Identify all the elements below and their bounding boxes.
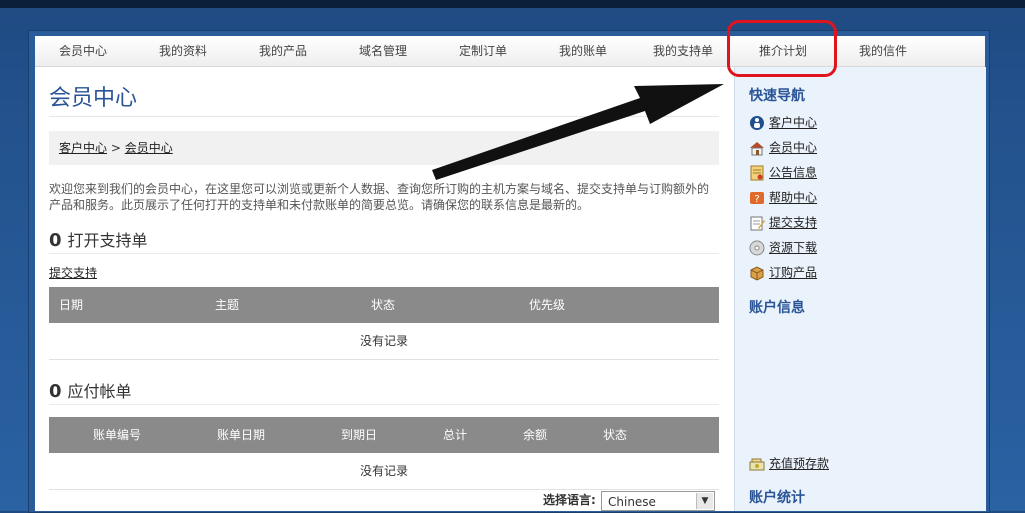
nav-my-bills[interactable]: 我的账单 [535,36,631,66]
help-icon: ? [750,191,764,205]
sidebar-link-label: 充值预存款 [769,456,830,471]
chevron-down-icon[interactable]: ▼ [696,493,713,509]
nav-my-tickets[interactable]: 我的支持单 [635,36,731,66]
client-center-icon [750,115,764,130]
tickets-heading-text: 打开支持单 [67,231,148,250]
sidebar-link-label: 会员中心 [769,140,818,155]
breadcrumb-member-center[interactable]: 会员中心 [125,141,173,155]
invoices-heading-text: 应付帐单 [67,382,132,401]
language-select-value: Chinese [608,495,656,509]
sidebar-link-label: 公告信息 [769,165,818,180]
tickets-heading: 0 打开支持单 [49,229,719,254]
column-header[interactable]: 账单日期 [217,417,265,453]
announcement-icon [750,165,764,180]
language-label-text: 选择语言: [543,493,596,507]
sidebar-link-label: 提交支持 [769,215,818,230]
column-header[interactable]: 状态 [371,287,395,323]
quick-nav-title: 快速导航 [749,88,805,104]
welcome-line-1: 欢迎您来到我们的会员中心，在这里您可以浏览或更新个人数据、查询您所订购的主机方案… [49,182,710,196]
tickets-count: 0 [49,230,62,251]
nav-my-messages[interactable]: 我的信件 [835,36,931,66]
language-label: 选择语言: [543,491,596,508]
edit-icon [750,216,765,230]
money-icon [749,458,765,470]
highlight-box [727,20,837,77]
invoices-table-header: 账单编号 账单日期 到期日 总计 余额 状态 [49,417,719,453]
page-title: 会员中心 [49,82,719,117]
account-stats-title: 账户统计 [749,490,805,506]
sidebar-link-member-center[interactable]: 会员中心 [749,138,817,156]
breadcrumb: 客户中心 > 会员中心 [49,131,719,165]
sidebar-link-order-products[interactable]: 订购产品 [749,263,817,281]
column-header[interactable]: 总计 [443,417,467,453]
column-header[interactable]: 余额 [523,417,547,453]
sidebar-link-label: 资源下载 [769,240,818,255]
sidebar-link-label: 帮助中心 [769,190,818,205]
tickets-empty-row: 没有记录 [49,323,719,360]
sidebar-link-submit-ticket[interactable]: 提交支持 [749,213,817,231]
welcome-line-2: 产品和服务。此页展示了任何打开的支持单和未付款账单的简要总览。请确保您的联系信息… [49,198,590,212]
top-bar [0,0,1025,8]
welcome-text: 欢迎您来到我们的会员中心，在这里您可以浏览或更新个人数据、查询您所订购的主机方案… [49,181,719,213]
home-icon [750,141,764,155]
sidebar-link-client-center[interactable]: 客户中心 [749,113,817,131]
invoices-count: 0 [49,381,62,402]
submit-ticket-link[interactable]: 提交支持 [49,264,97,281]
invoices-empty-row: 没有记录 [49,453,719,490]
sidebar-link-recharge[interactable]: 充值预存款 [749,454,829,472]
nav-member-center[interactable]: 会员中心 [35,36,131,66]
sidebar-link-label: 订购产品 [769,265,818,280]
account-info-title: 账户信息 [749,300,805,316]
breadcrumb-separator: > [110,141,121,155]
column-header[interactable]: 日期 [59,287,83,323]
main-content: 会员中心 客户中心 > 会员中心 欢迎您来到我们的会员中心，在这里您可以浏览或更… [49,76,719,490]
main-nav: 会员中心 我的资料 我的产品 域名管理 定制订单 我的账单 我的支持单 推介计划… [35,36,985,67]
column-header[interactable]: 优先级 [529,287,565,323]
sidebar: 快速导航 客户中心 会员中心 公告信息 ? 帮助中心 提交支持 资源下载 订购产品… [734,67,986,511]
sidebar-link-label: 客户中心 [769,115,818,130]
nav-domain-management[interactable]: 域名管理 [335,36,431,66]
nav-my-profile[interactable]: 我的资料 [135,36,231,66]
column-header[interactable]: 账单编号 [93,417,141,453]
package-icon [750,265,764,281]
nav-custom-orders[interactable]: 定制订单 [435,36,531,66]
svg-text:?: ? [754,194,759,205]
page-container: 会员中心 我的资料 我的产品 域名管理 定制订单 我的账单 我的支持单 推介计划… [35,36,986,511]
disc-icon [749,240,765,255]
nav-my-products[interactable]: 我的产品 [235,36,331,66]
invoices-heading: 0 应付帐单 [49,380,719,405]
language-select[interactable]: Chinese ▼ [601,491,715,511]
sidebar-link-downloads[interactable]: 资源下载 [749,238,817,256]
breadcrumb-client-center[interactable]: 客户中心 [59,141,107,155]
column-header[interactable]: 状态 [603,417,627,453]
column-header[interactable]: 到期日 [341,417,377,453]
tickets-table-header: 日期 主题 状态 优先级 [49,287,719,323]
column-header[interactable]: 主题 [215,287,239,323]
sidebar-link-announcements[interactable]: 公告信息 [749,163,817,181]
sidebar-link-help-center[interactable]: ? 帮助中心 [749,188,817,206]
